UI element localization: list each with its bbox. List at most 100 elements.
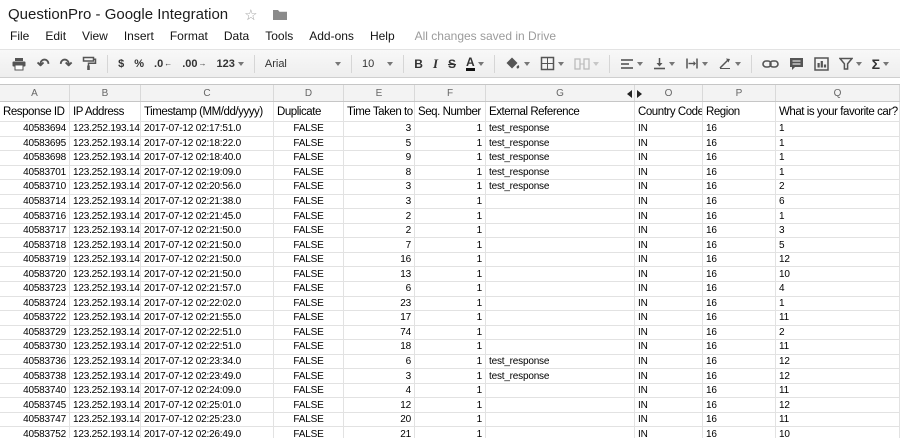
cell-O16[interactable]: IN: [635, 325, 703, 341]
cell-C16[interactable]: 2017-07-12 02:22:51.0: [141, 325, 274, 341]
cell-E5[interactable]: 8: [344, 165, 415, 181]
cell-A9[interactable]: 40583717: [0, 223, 70, 239]
cell-A14[interactable]: 40583724: [0, 296, 70, 312]
cell-Q10[interactable]: 5: [776, 238, 900, 253]
cell-Q21[interactable]: 12: [776, 398, 900, 413]
cell-E9[interactable]: 2: [344, 223, 415, 239]
cell-E17[interactable]: 18: [344, 340, 415, 355]
cell-P2[interactable]: 16: [703, 122, 776, 137]
cell-G10[interactable]: [486, 238, 635, 253]
cell-E11[interactable]: 16: [344, 252, 415, 268]
cell-G16[interactable]: [486, 325, 635, 341]
cell-F20[interactable]: 1: [415, 383, 486, 399]
cell-Q16[interactable]: 2: [776, 325, 900, 341]
cell-A10[interactable]: 40583718: [0, 238, 70, 253]
cell-D19[interactable]: FALSE: [274, 369, 344, 384]
cell-P16[interactable]: 16: [703, 325, 776, 341]
menu-format[interactable]: Format: [162, 27, 216, 45]
cell-C15[interactable]: 2017-07-12 02:21:55.0: [141, 311, 274, 326]
cell-G2[interactable]: test_response: [486, 122, 635, 137]
cell-C8[interactable]: 2017-07-12 02:21:45.0: [141, 209, 274, 224]
cell-F13[interactable]: 1: [415, 282, 486, 297]
cell-G14[interactable]: [486, 296, 635, 312]
cell-B5[interactable]: 123.252.193.148: [70, 165, 141, 181]
cell-C20[interactable]: 2017-07-12 02:24:09.0: [141, 383, 274, 399]
cell-B10[interactable]: 123.252.193.148: [70, 238, 141, 253]
cell-F7[interactable]: 1: [415, 194, 486, 210]
cell-B21[interactable]: 123.252.193.148: [70, 398, 141, 413]
cell-D12[interactable]: FALSE: [274, 267, 344, 283]
cell-B12[interactable]: 123.252.193.148: [70, 267, 141, 283]
cell-E15[interactable]: 17: [344, 311, 415, 326]
cell-B18[interactable]: 123.252.193.148: [70, 354, 141, 370]
column-header-C[interactable]: C: [141, 85, 274, 101]
document-title[interactable]: QuestionPro - Google Integration: [8, 6, 228, 23]
cell-P12[interactable]: 16: [703, 267, 776, 283]
cell-Q4[interactable]: 1: [776, 151, 900, 166]
cell-A2[interactable]: 40583694: [0, 122, 70, 137]
cell-Q20[interactable]: 11: [776, 383, 900, 399]
merge-cells-icon[interactable]: [570, 52, 603, 76]
cell-O6[interactable]: IN: [635, 180, 703, 195]
column-header-G[interactable]: G: [486, 85, 635, 101]
decrease-decimal-button[interactable]: .0 ←: [150, 52, 176, 76]
field-header-C[interactable]: Timestamp (MM/dd/yyyy): [141, 102, 274, 122]
cell-C6[interactable]: 2017-07-12 02:20:56.0: [141, 180, 274, 195]
cell-C5[interactable]: 2017-07-12 02:19:09.0: [141, 165, 274, 181]
cell-A4[interactable]: 40583698: [0, 151, 70, 166]
cell-P14[interactable]: 16: [703, 296, 776, 312]
field-header-O[interactable]: Country Code: [635, 102, 703, 122]
cell-Q7[interactable]: 6: [776, 194, 900, 210]
italic-button[interactable]: I: [429, 52, 442, 76]
cell-D10[interactable]: FALSE: [274, 238, 344, 253]
cell-O18[interactable]: IN: [635, 354, 703, 370]
print-icon[interactable]: [7, 52, 31, 76]
cell-B4[interactable]: 123.252.193.148: [70, 151, 141, 166]
cell-F23[interactable]: 1: [415, 427, 486, 438]
menu-edit[interactable]: Edit: [37, 27, 74, 45]
font-family-dropdown[interactable]: Arial: [261, 52, 345, 76]
cell-O19[interactable]: IN: [635, 369, 703, 384]
cell-Q11[interactable]: 12: [776, 252, 900, 268]
cell-C10[interactable]: 2017-07-12 02:21:50.0: [141, 238, 274, 253]
column-header-A[interactable]: A: [0, 85, 70, 101]
cell-F8[interactable]: 1: [415, 209, 486, 224]
column-header-B[interactable]: B: [70, 85, 141, 101]
cell-B20[interactable]: 123.252.193.148: [70, 383, 141, 399]
cell-P22[interactable]: 16: [703, 412, 776, 428]
cell-A3[interactable]: 40583695: [0, 136, 70, 152]
cell-F9[interactable]: 1: [415, 223, 486, 239]
cell-Q15[interactable]: 11: [776, 311, 900, 326]
cell-O11[interactable]: IN: [635, 252, 703, 268]
cell-C3[interactable]: 2017-07-12 02:18:22.0: [141, 136, 274, 152]
cell-G9[interactable]: [486, 223, 635, 239]
cell-D15[interactable]: FALSE: [274, 311, 344, 326]
cell-C23[interactable]: 2017-07-12 02:26:49.0: [141, 427, 274, 438]
cell-G6[interactable]: test_response: [486, 180, 635, 195]
cell-A16[interactable]: 40583729: [0, 325, 70, 341]
filter-icon[interactable]: [835, 52, 866, 76]
vertical-align-icon[interactable]: [649, 52, 679, 76]
cell-C4[interactable]: 2017-07-12 02:18:40.0: [141, 151, 274, 166]
font-size-dropdown[interactable]: 10: [358, 52, 397, 76]
cell-B7[interactable]: 123.252.193.148: [70, 194, 141, 210]
column-header-D[interactable]: D: [274, 85, 344, 101]
cell-E13[interactable]: 6: [344, 282, 415, 297]
cell-E14[interactable]: 23: [344, 296, 415, 312]
cell-O20[interactable]: IN: [635, 383, 703, 399]
field-header-F[interactable]: Seq. Number: [415, 102, 486, 122]
cell-D22[interactable]: FALSE: [274, 412, 344, 428]
cell-C7[interactable]: 2017-07-12 02:21:38.0: [141, 194, 274, 210]
paint-format-icon[interactable]: [78, 52, 101, 76]
cell-D17[interactable]: FALSE: [274, 340, 344, 355]
cell-G15[interactable]: [486, 311, 635, 326]
cell-E8[interactable]: 2: [344, 209, 415, 224]
cell-D5[interactable]: FALSE: [274, 165, 344, 181]
cell-B16[interactable]: 123.252.193.148: [70, 325, 141, 341]
cell-P10[interactable]: 16: [703, 238, 776, 253]
column-header-P[interactable]: P: [703, 85, 776, 101]
cell-P9[interactable]: 16: [703, 223, 776, 239]
cell-D13[interactable]: FALSE: [274, 282, 344, 297]
cell-D2[interactable]: FALSE: [274, 122, 344, 137]
field-header-A[interactable]: Response ID: [0, 102, 70, 122]
